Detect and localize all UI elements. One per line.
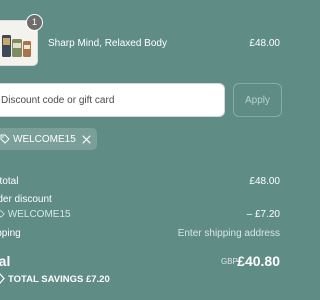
tag-icon: [0, 210, 5, 218]
discount-value: – £7.20: [246, 209, 280, 220]
product-price: £48.00: [249, 38, 280, 49]
discount-code-line: WELCOME15: [0, 209, 71, 220]
quantity-badge: 1: [26, 14, 43, 31]
subtotal-label: btotal: [0, 176, 19, 187]
order-discount-label: rder discount: [0, 194, 52, 205]
applied-discount-chip: WELCOME15: [0, 128, 97, 150]
close-icon[interactable]: [82, 134, 91, 144]
total-savings: TOTAL SAVINGS £7.20: [8, 274, 110, 285]
total-label: tal: [0, 253, 11, 269]
currency-code: GBP: [221, 257, 238, 266]
apply-button[interactable]: Apply: [233, 83, 282, 117]
product-name: Sharp Mind, Relaxed Body: [48, 38, 167, 49]
total-savings-value: £7.20: [85, 274, 110, 285]
discount-code-text: WELCOME15: [7, 209, 71, 220]
total-amount: £40.80: [237, 253, 280, 269]
applied-code-label: WELCOME15: [13, 133, 76, 145]
tag-icon: [0, 273, 5, 284]
total-savings-label: TOTAL SAVINGS: [8, 274, 84, 285]
tag-icon: [0, 134, 10, 144]
shipping-value: Enter shipping address: [177, 228, 280, 239]
shipping-label: ipping: [0, 228, 21, 239]
subtotal-value: £48.00: [249, 176, 280, 187]
discount-code-input[interactable]: [0, 83, 225, 117]
